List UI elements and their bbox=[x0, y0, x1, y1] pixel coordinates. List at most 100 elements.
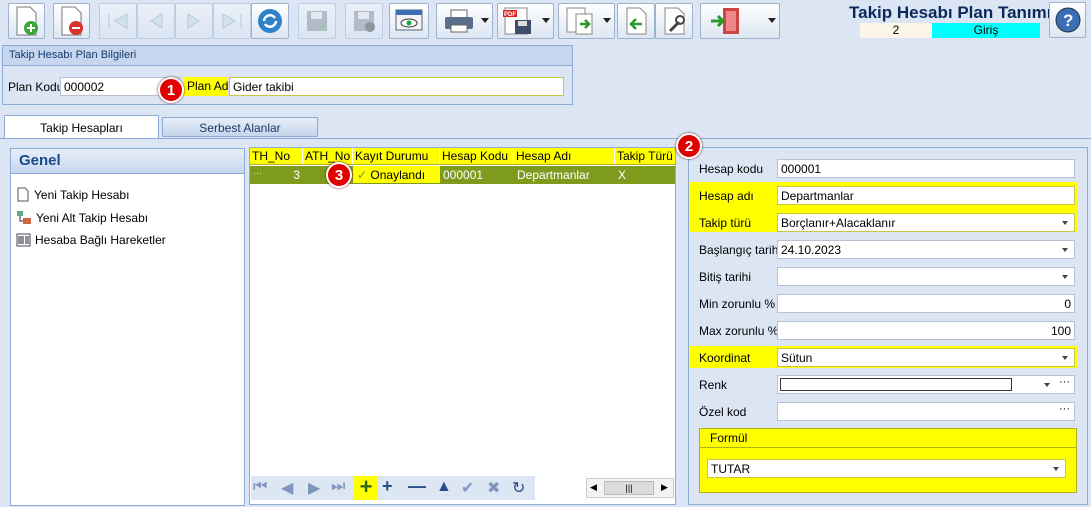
menu-item-yeni-takip-hesabi[interactable]: Yeni Takip Hesabı bbox=[16, 187, 129, 202]
chevron-down-icon[interactable] bbox=[1062, 248, 1068, 252]
col-header-hesap-adi[interactable]: Hesap Adı bbox=[514, 148, 615, 164]
sub-account-icon bbox=[17, 211, 31, 224]
col-header-th-no[interactable]: TH_No bbox=[250, 148, 303, 164]
col-header-takip-turu[interactable]: Takip Türü bbox=[615, 148, 675, 164]
ellipsis-button[interactable]: ··· bbox=[1059, 376, 1070, 388]
col-header-kayit-durumu[interactable]: Kayıt Durumu bbox=[353, 148, 440, 164]
nav-confirm-icon[interactable]: ✔ bbox=[461, 478, 474, 498]
table-row[interactable]: ··· 3 ✓ Onaylandı 000001 Departmanlar X bbox=[250, 166, 675, 184]
ellipsis-button[interactable]: ··· bbox=[1059, 403, 1070, 415]
col-header-hesap-kodu[interactable]: Hesap Kodu bbox=[440, 148, 514, 164]
bitis-tarihi-input[interactable] bbox=[777, 267, 1075, 286]
renk-picker[interactable]: ··· bbox=[777, 375, 1075, 394]
plan-adi-label: Plan Adı bbox=[184, 77, 232, 96]
first-record-button[interactable] bbox=[99, 3, 137, 39]
horizontal-scrollbar[interactable]: ◀ ||| ▶ bbox=[586, 478, 674, 498]
delete-doc-icon bbox=[61, 6, 83, 36]
menu-item-yeni-alt-takip-hesabi[interactable]: Yeni Alt Takip Hesabı bbox=[16, 210, 148, 225]
nav-up-icon[interactable]: ▲ bbox=[436, 478, 452, 496]
preview-button[interactable] bbox=[389, 3, 429, 39]
left-panel-title: Genel bbox=[11, 149, 244, 174]
nav-cancel-icon[interactable]: ✖ bbox=[487, 478, 500, 498]
tab-takip-hesaplari[interactable]: Takip Hesapları bbox=[4, 115, 159, 139]
check-icon: ✓ bbox=[357, 168, 368, 182]
hesap-adi-label: Hesap adı bbox=[699, 189, 754, 203]
kayit-durumu-text: Onaylandı bbox=[370, 168, 426, 182]
barcode-icon bbox=[16, 233, 31, 247]
prev-record-button[interactable] bbox=[137, 3, 175, 39]
help-button[interactable]: ? bbox=[1049, 2, 1086, 38]
koordinat-select[interactable]: Sütun bbox=[777, 348, 1075, 367]
max-zorunlu-input[interactable]: 100 bbox=[777, 321, 1075, 340]
cell-hesap-kodu[interactable]: 000001 bbox=[440, 166, 514, 183]
chevron-down-icon[interactable] bbox=[1062, 221, 1068, 225]
save-icon bbox=[307, 11, 327, 31]
cell-th-no[interactable]: 3 bbox=[268, 166, 303, 183]
cell-hesap-adi[interactable]: Departmanlar bbox=[514, 166, 615, 183]
pdf-save-button[interactable]: PDF bbox=[497, 3, 554, 39]
chevron-down-icon[interactable] bbox=[1044, 383, 1050, 387]
renk-label: Renk bbox=[699, 378, 728, 392]
nav-first-icon[interactable]: ⏮ bbox=[253, 478, 267, 496]
hesap-adi-input[interactable]: Departmanlar bbox=[777, 186, 1075, 205]
plan-adi-input[interactable]: Gider takibi bbox=[229, 77, 564, 96]
tab-serbest-alanlar[interactable]: Serbest Alanlar bbox=[162, 117, 318, 137]
menu-item-label: Yeni Alt Takip Hesabı bbox=[36, 210, 149, 225]
cell-kayit-durumu[interactable]: ✓ Onaylandı bbox=[353, 166, 440, 183]
formul-select[interactable]: TUTAR bbox=[707, 459, 1066, 478]
next-record-button[interactable] bbox=[175, 3, 213, 39]
nav-add-icon[interactable]: + bbox=[354, 476, 378, 500]
baslangic-tarihi-value: 24.10.2023 bbox=[781, 243, 842, 257]
export-button[interactable] bbox=[558, 3, 615, 39]
plan-kodu-label: Plan Kodu bbox=[8, 80, 64, 94]
refresh-button[interactable] bbox=[251, 3, 289, 39]
exit-button[interactable] bbox=[700, 3, 780, 39]
back-button[interactable] bbox=[617, 3, 655, 39]
nav-refresh-icon[interactable]: ↻ bbox=[512, 478, 525, 498]
scroll-left-icon[interactable]: ◀ bbox=[590, 482, 597, 493]
tools-icon bbox=[664, 7, 685, 35]
nav-add-child-icon[interactable]: + bbox=[382, 476, 393, 497]
chevron-down-icon[interactable] bbox=[1053, 467, 1059, 471]
new-doc-icon bbox=[16, 6, 38, 36]
row-indicator: ··· bbox=[253, 168, 262, 178]
formul-title: Formül bbox=[700, 429, 1076, 448]
next-record-icon bbox=[187, 13, 200, 29]
takip-turu-select[interactable]: Borçlanır+Alacaklanır bbox=[777, 213, 1075, 232]
menu-item-label: Hesaba Bağlı Hareketler bbox=[35, 233, 166, 247]
delete-record-button[interactable] bbox=[53, 3, 90, 39]
nav-next-icon[interactable]: ▶ bbox=[308, 478, 320, 498]
ozel-kod-input[interactable]: ··· bbox=[777, 402, 1075, 421]
nav-prev-icon[interactable]: ◀ bbox=[281, 478, 293, 498]
baslangic-tarihi-input[interactable]: 24.10.2023 bbox=[777, 240, 1075, 259]
cell-takip-turu[interactable]: X bbox=[615, 166, 675, 183]
chevron-down-icon[interactable] bbox=[1062, 275, 1068, 279]
koordinat-value: Sütun bbox=[781, 351, 813, 365]
koordinat-label: Koordinat bbox=[699, 351, 751, 365]
nav-delete-icon[interactable]: — bbox=[408, 476, 426, 497]
scroll-right-icon[interactable]: ▶ bbox=[661, 482, 668, 493]
last-record-button[interactable] bbox=[213, 3, 251, 39]
takip-turu-label: Takip türü bbox=[699, 216, 752, 230]
save-button[interactable] bbox=[298, 3, 336, 39]
min-zorunlu-input[interactable]: 0 bbox=[777, 294, 1075, 313]
grid-header: TH_No ATH_No Kayıt Durumu Hesap Kodu Hes… bbox=[250, 148, 675, 165]
grid: TH_No ATH_No Kayıt Durumu Hesap Kodu Hes… bbox=[249, 147, 676, 505]
menu-item-hesaba-bagli-hareketler[interactable]: Hesaba Bağlı Hareketler bbox=[16, 233, 166, 247]
print-button[interactable] bbox=[436, 3, 493, 39]
preview-icon bbox=[395, 9, 423, 31]
nav-last-icon[interactable]: ⏭ bbox=[331, 478, 345, 496]
hesap-kodu-input[interactable]: 000001 bbox=[777, 159, 1075, 178]
window-title: Takip Hesabı Plan Tanımı bbox=[849, 3, 1052, 22]
col-header-ath-no[interactable]: ATH_No bbox=[303, 148, 353, 164]
scroll-thumb[interactable]: ||| bbox=[604, 481, 654, 495]
exit-door-icon bbox=[711, 8, 739, 34]
hesap-kodu-label: Hesap kodu bbox=[699, 162, 764, 176]
save-cancel-button[interactable] bbox=[345, 3, 383, 39]
print-icon bbox=[445, 9, 473, 33]
help-icon: ? bbox=[1055, 7, 1080, 33]
chevron-down-icon[interactable] bbox=[1062, 356, 1068, 360]
svg-text:?: ? bbox=[1063, 11, 1073, 30]
tools-button[interactable] bbox=[655, 3, 693, 39]
new-record-button[interactable] bbox=[8, 3, 45, 39]
